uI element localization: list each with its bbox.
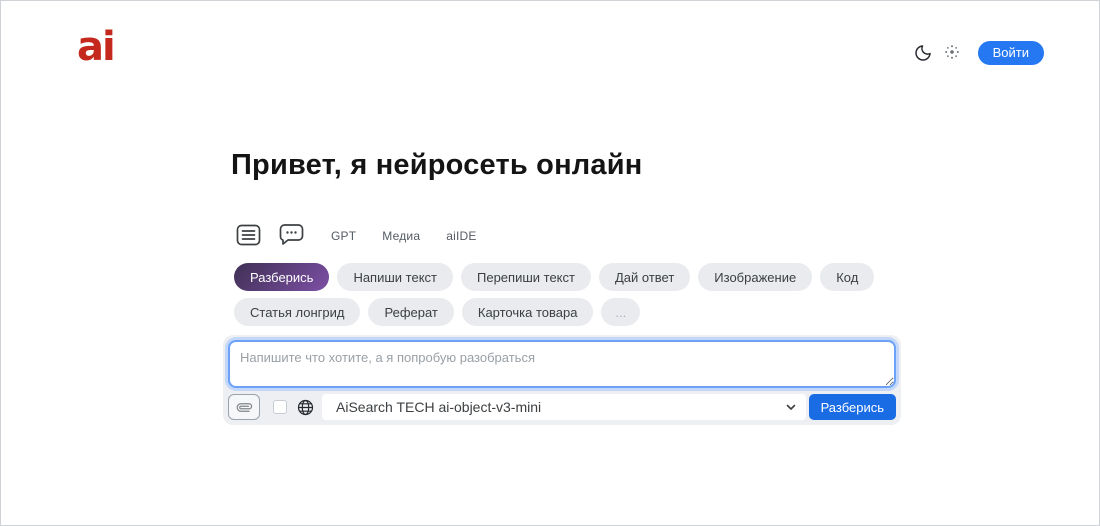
pill-kod[interactable]: Код	[820, 263, 875, 291]
pill-day-otvet[interactable]: Дай ответ	[598, 263, 691, 291]
attach-file-button[interactable]	[228, 394, 260, 420]
pill-more[interactable]: ...	[601, 298, 641, 326]
header-controls: Войти	[914, 41, 1044, 66]
pill-napishi-tekst[interactable]: Напиши текст	[337, 263, 453, 291]
light-theme-button[interactable]	[944, 44, 960, 63]
sun-icon	[944, 44, 960, 63]
pill-kartochka-tovara[interactable]: Карточка товара	[461, 298, 594, 326]
tab-text-modes[interactable]	[235, 223, 262, 250]
dark-theme-button[interactable]	[914, 42, 934, 65]
globe-icon	[297, 399, 314, 416]
prompt-input[interactable]	[228, 340, 896, 388]
page-title: Привет, я нейросеть онлайн	[231, 149, 643, 181]
model-select[interactable]: AiSearch TECH ai-object-v3-mini	[322, 394, 806, 420]
tab-gpt[interactable]: GPT	[331, 229, 356, 243]
tab-media[interactable]: Медиа	[382, 229, 420, 243]
model-select-value: AiSearch TECH ai-object-v3-mini	[336, 399, 542, 415]
composer-toolbar: AiSearch TECH ai-object-v3-mini Разберис…	[228, 394, 896, 420]
pill-perepishi-tekst[interactable]: Перепиши текст	[461, 263, 591, 291]
moon-icon	[914, 42, 934, 65]
submit-button[interactable]: Разберись	[808, 394, 896, 420]
main-content: Привет, я нейросеть онлайн GPT Медиа aiI…	[223, 141, 901, 425]
mode-tabs: GPT Медиа aiIDE	[235, 222, 901, 250]
pill-izobrazhenie[interactable]: Изображение	[698, 263, 813, 291]
composer-card: AiSearch TECH ai-object-v3-mini Разберис…	[223, 335, 901, 425]
pill-row-2: Статья лонгрид Реферат Карточка товара .…	[234, 298, 901, 326]
site-logo[interactable]: ai	[77, 27, 116, 67]
pill-referat[interactable]: Реферат	[368, 298, 454, 326]
option-checkbox[interactable]	[273, 400, 287, 414]
paperclip-icon	[233, 396, 254, 417]
pill-statya-longrid[interactable]: Статья лонгрид	[234, 298, 361, 326]
quick-prompt-pills: Разберись Напиши текст Перепиши текст Да…	[234, 263, 901, 326]
tab-aiide[interactable]: aiIDE	[446, 229, 476, 243]
pill-row-1: Разберись Напиши текст Перепиши текст Да…	[234, 263, 901, 291]
pill-razberis[interactable]: Разберись	[234, 263, 330, 291]
chat-icon	[278, 222, 305, 251]
list-icon	[235, 223, 262, 250]
chevron-down-icon	[784, 400, 798, 414]
login-button[interactable]: Войти	[977, 41, 1044, 66]
page: ai Войти Привет, я нейросеть онлайн GPT …	[0, 0, 1100, 526]
tab-chat[interactable]	[278, 222, 305, 251]
